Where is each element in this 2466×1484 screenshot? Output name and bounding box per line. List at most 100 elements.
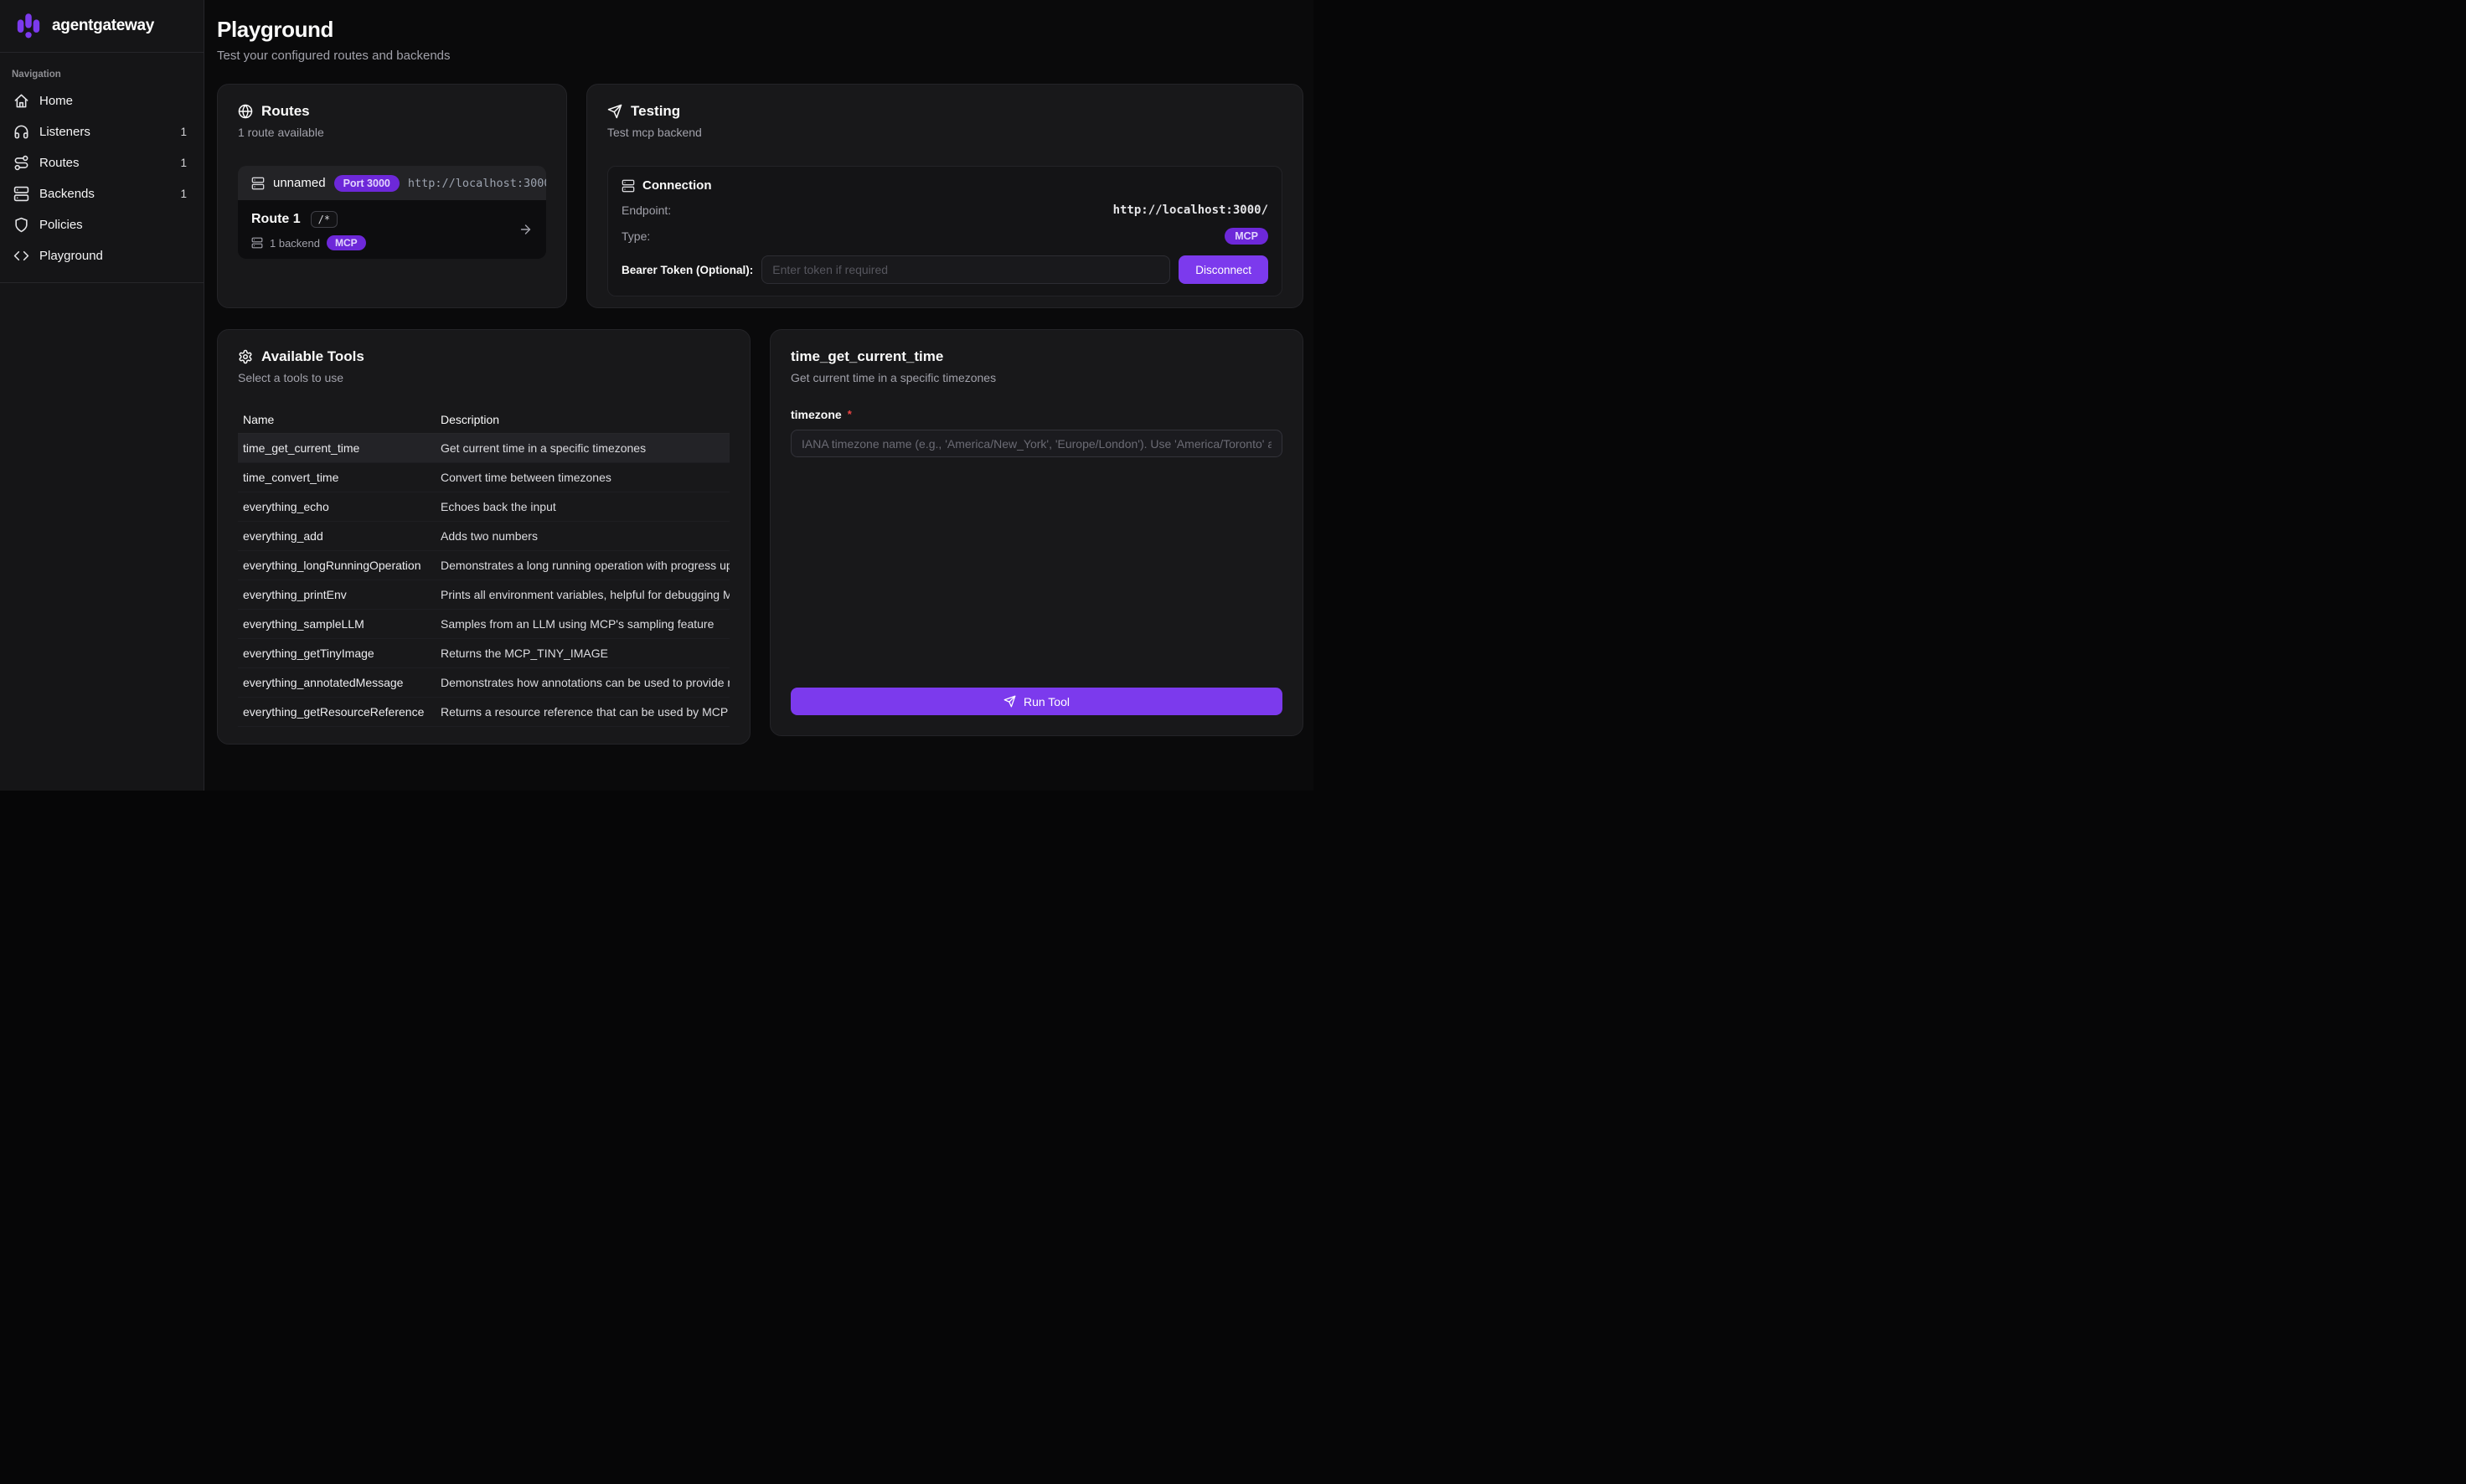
- tool-name: time_convert_time: [238, 463, 436, 492]
- sidebar-item-routes[interactable]: Routes 1: [7, 148, 197, 178]
- port-badge: Port 3000: [334, 175, 400, 192]
- arrow-right-icon: [518, 223, 533, 237]
- nav-section-label: Navigation: [12, 70, 192, 80]
- tool-description: Convert time between timezones: [436, 463, 730, 492]
- type-badge: MCP: [1225, 228, 1268, 245]
- shield-icon: [13, 217, 29, 233]
- sidebar-item-listeners[interactable]: Listeners 1: [7, 117, 197, 147]
- available-tools-card: Available Tools Select a tools to use Na…: [217, 329, 751, 745]
- disconnect-button[interactable]: Disconnect: [1179, 255, 1268, 284]
- tool-description: Returns the MCP_TINY_IMAGE: [436, 639, 730, 667]
- sidebar-item-label: Policies: [39, 218, 83, 232]
- run-tool-label: Run Tool: [1024, 695, 1070, 709]
- column-header-name: Name: [238, 406, 436, 433]
- gear-icon: [238, 349, 253, 364]
- tool-row-everything_sampleLLM[interactable]: everything_sampleLLMSamples from an LLM …: [238, 610, 730, 639]
- timezone-input[interactable]: [791, 430, 1282, 457]
- tool-row-everything_annotatedMessage[interactable]: everything_annotatedMessageDemonstrates …: [238, 668, 730, 698]
- type-label: Type:: [622, 229, 650, 243]
- server-icon: [13, 186, 29, 202]
- server-icon: [622, 179, 635, 193]
- tool-name: everything_add: [238, 522, 436, 550]
- server-icon: [251, 177, 265, 190]
- sidebar-item-count: 1: [180, 157, 190, 169]
- listener-row: unnamed Port 3000 http://localhost:3000/: [238, 166, 546, 200]
- tools-card-subtitle: Select a tools to use: [238, 371, 730, 384]
- code-icon: [13, 248, 29, 264]
- brand-name: agentgateway: [52, 17, 154, 35]
- home-icon: [13, 93, 29, 109]
- sidebar-item-backends[interactable]: Backends1: [7, 179, 197, 209]
- tool-row-time_get_current_time[interactable]: time_get_current_timeGet current time in…: [238, 434, 730, 463]
- listener-name: unnamed: [273, 176, 326, 190]
- tools-card-title: Available Tools: [261, 348, 364, 365]
- tool-row-everything_add[interactable]: everything_addAdds two numbers: [238, 522, 730, 551]
- sidebar-item-label: Listeners: [39, 125, 90, 139]
- tool-name: time_get_current_time: [238, 434, 436, 462]
- send-icon: [607, 104, 622, 119]
- tools-table-body: time_get_current_timeGet current time in…: [238, 434, 730, 727]
- routes-card-title: Routes: [261, 103, 310, 120]
- sidebar-item-policies[interactable]: Policies: [7, 210, 197, 240]
- page-subtitle: Test your configured routes and backends: [217, 49, 1303, 63]
- server-icon: [251, 237, 263, 249]
- page-title: Playground: [217, 17, 1303, 43]
- route-protocol-badge: MCP: [327, 235, 366, 250]
- bearer-token-input[interactable]: [761, 255, 1170, 284]
- tool-name: everything_longRunningOperation: [238, 551, 436, 580]
- bearer-token-label: Bearer Token (Optional):: [622, 264, 753, 276]
- route-icon: [13, 155, 29, 171]
- main-content: Playground Test your configured routes a…: [204, 0, 1313, 791]
- endpoint-value: http://localhost:3000/: [1113, 204, 1268, 217]
- sidebar-item-count: 1: [180, 126, 190, 138]
- tool-description: Echoes back the input: [436, 492, 730, 521]
- sidebar-item-label: Home: [39, 94, 73, 108]
- route-name: Route 1: [251, 212, 301, 227]
- sidebar-item-label: Routes: [39, 156, 80, 170]
- route-item[interactable]: Route 1 /* 1 backend MCP: [238, 200, 546, 259]
- tools-table-header: Name Description: [238, 406, 730, 434]
- tool-row-everything_getTinyImage[interactable]: everything_getTinyImageReturns the MCP_T…: [238, 639, 730, 668]
- column-header-description: Description: [436, 406, 730, 433]
- tool-row-everything_getResourceReference[interactable]: everything_getResourceReferenceReturns a…: [238, 698, 730, 727]
- tool-row-everything_longRunningOperation[interactable]: everything_longRunningOperationDemonstra…: [238, 551, 730, 580]
- connection-title: Connection: [642, 178, 712, 193]
- tool-name: everything_sampleLLM: [238, 610, 436, 638]
- listener-group: unnamed Port 3000 http://localhost:3000/…: [238, 166, 546, 259]
- timezone-field-label: timezone: [791, 408, 842, 421]
- agentgateway-logo-icon: [13, 11, 44, 41]
- tool-description: Samples from an LLM using MCP's sampling…: [436, 610, 730, 638]
- sidebar-item-playground[interactable]: Playground: [7, 241, 197, 271]
- testing-card: Testing Test mcp backend Connection Endp…: [586, 84, 1303, 308]
- testing-card-title: Testing: [631, 103, 680, 120]
- tool-description: Returns a resource reference that can be…: [436, 698, 730, 726]
- tool-runner-subtitle: Get current time in a specific timezones: [791, 371, 1282, 384]
- connection-panel: Connection Endpoint: http://localhost:30…: [607, 166, 1282, 296]
- routes-card: Routes 1 route available unnamed Port 30…: [217, 84, 567, 308]
- listener-url: http://localhost:3000/: [408, 177, 546, 190]
- tool-name: everything_printEnv: [238, 580, 436, 609]
- brand-header[interactable]: agentgateway: [0, 0, 204, 53]
- testing-card-subtitle: Test mcp backend: [607, 126, 1282, 139]
- tool-description: Prints all environment variables, helpfu…: [436, 580, 730, 609]
- endpoint-label: Endpoint:: [622, 204, 671, 217]
- tool-description: Demonstrates a long running operation wi…: [436, 551, 730, 580]
- route-path-badge: /*: [311, 211, 338, 228]
- tools-table: Name Description time_get_current_timeGe…: [238, 406, 730, 727]
- sidebar-separator: [0, 282, 204, 283]
- app-window: agentgateway Navigation HomeListeners1Ro…: [0, 0, 1313, 791]
- tool-row-everything_printEnv[interactable]: everything_printEnvPrints all environmen…: [238, 580, 730, 610]
- tool-row-time_convert_time[interactable]: time_convert_timeConvert time between ti…: [238, 463, 730, 492]
- tool-description: Demonstrates how annotations can be used…: [436, 668, 730, 697]
- sidebar-item-label: Playground: [39, 249, 103, 263]
- sidebar-nav: HomeListeners1Routes1Backends1PoliciesPl…: [0, 86, 204, 271]
- tool-name: everything_getResourceReference: [238, 698, 436, 726]
- run-tool-button[interactable]: Run Tool: [791, 688, 1282, 715]
- tool-runner-title: time_get_current_time: [791, 348, 1282, 365]
- sidebar-item-count: 1: [180, 188, 190, 200]
- required-asterisk: *: [848, 408, 852, 420]
- sidebar-item-home[interactable]: Home: [7, 86, 197, 116]
- tool-row-everything_echo[interactable]: everything_echoEchoes back the input: [238, 492, 730, 522]
- tool-name: everything_annotatedMessage: [238, 668, 436, 697]
- headphones-icon: [13, 124, 29, 140]
